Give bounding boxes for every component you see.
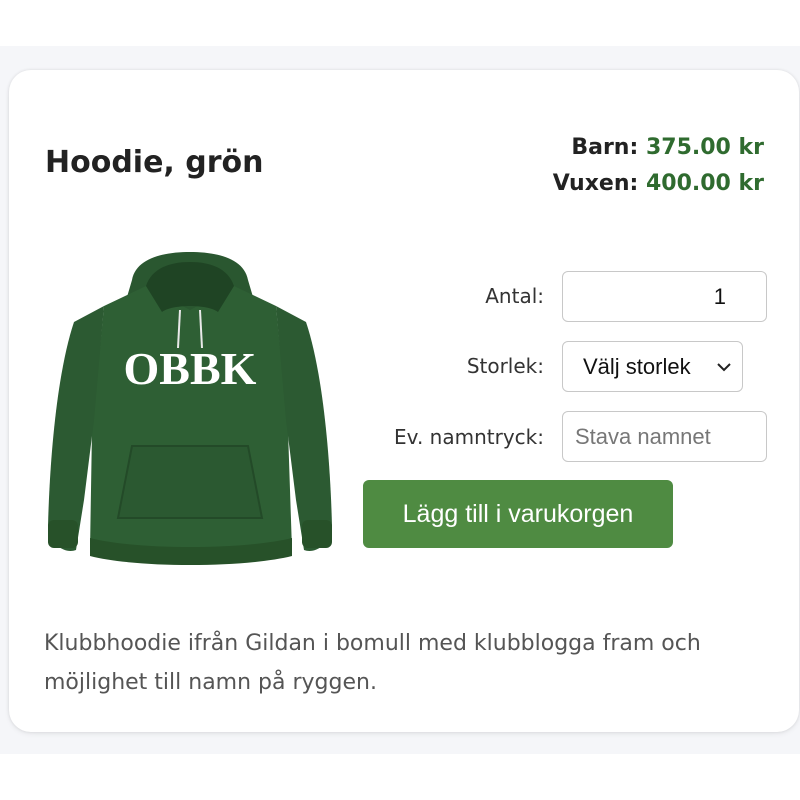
name-print-input[interactable]	[562, 411, 767, 462]
hoodie-print: OBBK	[124, 343, 257, 394]
quantity-label: Antal:	[485, 284, 544, 308]
price-list: Barn: 375.00 kr Vuxen: 400.00 kr	[553, 130, 764, 202]
add-to-cart-button[interactable]: Lägg till i varukorgen	[363, 480, 673, 548]
product-image: OBBK	[48, 252, 332, 565]
price-label: Vuxen:	[552, 171, 639, 196]
quantity-input[interactable]	[562, 271, 767, 322]
price-row-vuxen: Vuxen: 400.00 kr	[553, 166, 764, 202]
size-select-value: Välj storlek	[583, 353, 691, 379]
price-label: Barn:	[571, 135, 639, 160]
size-label: Storlek:	[466, 354, 544, 378]
size-select[interactable]: Välj storlek	[562, 341, 743, 392]
product-description: Klubbhoodie ifrån Gildan i bomull med kl…	[44, 631, 701, 695]
chevron-down-icon	[717, 363, 731, 372]
price-row-barn: Barn: 375.00 kr	[553, 130, 764, 166]
price-value: 375.00 kr	[645, 135, 764, 160]
price-value: 400.00 kr	[645, 171, 764, 196]
product-title: Hoodie, grön	[45, 145, 264, 180]
name-print-label: Ev. namntryck:	[394, 425, 544, 449]
